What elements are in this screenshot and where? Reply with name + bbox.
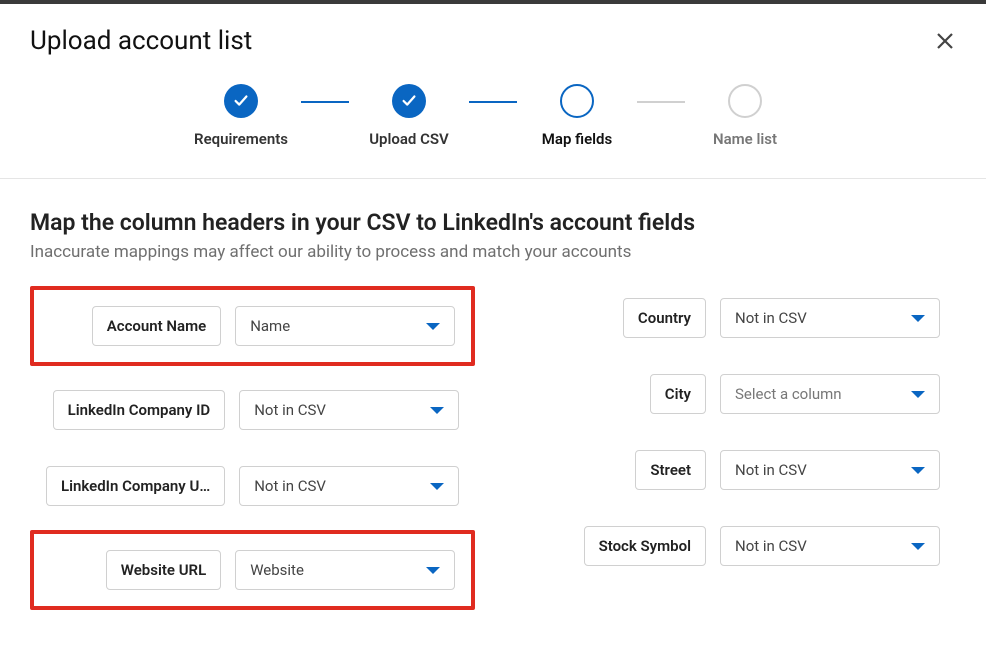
- dropdown-linkedin-company-id[interactable]: Not in CSV: [239, 390, 459, 430]
- step-label: Upload CSV: [369, 130, 449, 148]
- chevron-down-icon: [430, 483, 444, 490]
- map-row-country: Country Not in CSV: [535, 286, 956, 350]
- dropdown-value: Not in CSV: [254, 401, 326, 419]
- dropdown-website-url[interactable]: Website: [235, 550, 455, 590]
- step-upload-csv[interactable]: Upload CSV: [349, 84, 469, 148]
- dropdown-stock-symbol[interactable]: Not in CSV: [720, 526, 940, 566]
- chevron-down-icon: [911, 467, 925, 474]
- step-circle-complete: [392, 84, 426, 118]
- step-label: Map fields: [542, 130, 612, 148]
- mapping-column-left: Account Name Name LinkedIn Company ID No…: [30, 286, 475, 622]
- dropdown-linkedin-company-url[interactable]: Not in CSV: [239, 466, 459, 506]
- step-label: Requirements: [194, 130, 288, 148]
- step-connector: [301, 101, 349, 103]
- step-label: Name list: [713, 130, 777, 148]
- dropdown-account-name[interactable]: Name: [235, 306, 455, 346]
- field-label: LinkedIn Company ID: [53, 390, 226, 430]
- progress-stepper: Requirements Upload CSV Map fields Name …: [0, 64, 986, 179]
- step-map-fields[interactable]: Map fields: [517, 84, 637, 148]
- content-subtitle: Inaccurate mappings may affect our abili…: [30, 242, 956, 262]
- step-circle-upcoming: [728, 84, 762, 118]
- mapping-column-right: Country Not in CSV City Select a column …: [535, 286, 956, 622]
- field-label: LinkedIn Company U…: [46, 466, 225, 506]
- map-row-stock-symbol: Stock Symbol Not in CSV: [535, 514, 956, 578]
- modal-header: Upload account list: [0, 4, 986, 64]
- dropdown-value: Not in CSV: [735, 309, 807, 327]
- dropdown-city[interactable]: Select a column: [720, 374, 940, 414]
- dropdown-value: Not in CSV: [735, 537, 807, 555]
- map-row-city: City Select a column: [535, 362, 956, 426]
- content-title: Map the column headers in your CSV to Li…: [30, 209, 956, 236]
- step-connector: [637, 101, 685, 103]
- field-label: Stock Symbol: [584, 526, 706, 566]
- chevron-down-icon: [911, 315, 925, 322]
- dropdown-country[interactable]: Not in CSV: [720, 298, 940, 338]
- chevron-down-icon: [430, 407, 444, 414]
- step-requirements[interactable]: Requirements: [181, 84, 301, 148]
- close-icon[interactable]: [934, 30, 956, 52]
- content-area: Map the column headers in your CSV to Li…: [0, 179, 986, 622]
- check-icon: [232, 92, 250, 110]
- map-row-linkedin-company-id: LinkedIn Company ID Not in CSV: [30, 378, 475, 442]
- step-name-list: Name list: [685, 84, 805, 148]
- mapping-grid: Account Name Name LinkedIn Company ID No…: [30, 286, 956, 622]
- chevron-down-icon: [426, 567, 440, 574]
- step-circle-current: [560, 84, 594, 118]
- chevron-down-icon: [911, 391, 925, 398]
- modal-title: Upload account list: [30, 26, 252, 56]
- dropdown-value: Name: [250, 317, 290, 335]
- dropdown-value: Not in CSV: [254, 477, 326, 495]
- map-row-account-name: Account Name Name: [30, 286, 475, 366]
- step-circle-complete: [224, 84, 258, 118]
- chevron-down-icon: [426, 323, 440, 330]
- field-label: Account Name: [92, 306, 221, 346]
- dropdown-value: Website: [250, 561, 304, 579]
- field-label: Street: [635, 450, 706, 490]
- field-label: City: [650, 374, 706, 414]
- check-icon: [400, 92, 418, 110]
- field-label: Website URL: [106, 550, 221, 590]
- dropdown-value: Select a column: [735, 385, 842, 403]
- step-connector: [469, 101, 517, 103]
- map-row-linkedin-company-url: LinkedIn Company U… Not in CSV: [30, 454, 475, 518]
- dropdown-value: Not in CSV: [735, 461, 807, 479]
- map-row-website-url: Website URL Website: [30, 530, 475, 610]
- map-row-street: Street Not in CSV: [535, 438, 956, 502]
- dropdown-street[interactable]: Not in CSV: [720, 450, 940, 490]
- chevron-down-icon: [911, 543, 925, 550]
- field-label: Country: [623, 298, 706, 338]
